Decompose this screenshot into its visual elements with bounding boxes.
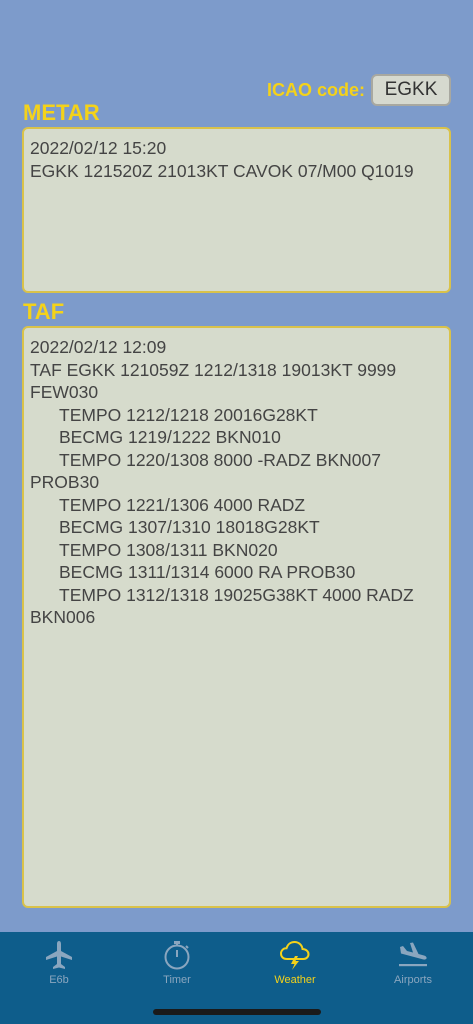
tab-label: E6b [49,974,69,986]
tab-e6b[interactable]: E6b [0,932,118,992]
icao-label: ICAO code: [266,79,365,100]
icao-code-input[interactable] [371,74,451,106]
tab-label: Timer [163,974,191,986]
tab-label: Airports [394,974,432,986]
taf-line: FEW030 [30,382,99,402]
taf-line: BECMG 1307/1310 18018G28KT [59,517,320,537]
tab-label: Weather [274,974,316,986]
taf-line: BECMG 1311/1314 6000 RA PROB30 [59,562,356,582]
tab-weather[interactable]: Weather [236,932,354,992]
airplane-landing-icon [399,942,427,967]
taf-text-box[interactable]: 2022/02/12 12:09 TAF EGKK 121059Z 1212/13… [22,326,451,908]
stopwatch-icon [164,941,190,970]
taf-line: PROB30 [30,472,100,492]
icao-row: ICAO code: [267,74,451,106]
taf-line: BECMG 1219/1222 BKN010 [59,427,281,447]
taf-line: TEMPO 1220/1308 8000 -RADZ BKN007 [59,449,381,470]
metar-line: 2022/02/12 15:20 [30,138,167,158]
taf-line: 2022/02/12 12:09 [30,337,167,357]
taf-line: BKN006 [30,607,96,627]
taf-title: TAF [23,299,65,324]
metar-line: EGKK 121520Z 21013KT CAVOK 07/M00 Q1019 [30,160,414,181]
tab-airports[interactable]: Airports [354,932,472,992]
taf-line: TAF EGKK 121059Z 1212/1318 19013KT 9999 [30,359,397,380]
taf-line: TEMPO 1308/1311 BKN020 [59,539,278,560]
metar-text-box[interactable]: 2022/02/12 15:20 EGKK 121520Z 21013KT CAV… [22,127,451,293]
airplane-icon [46,941,72,969]
tab-timer[interactable]: Timer [118,932,236,992]
cloud-lightning-icon [279,940,310,970]
home-indicator [153,1009,321,1015]
metar-title: METAR [23,100,100,125]
taf-line: TEMPO 1312/1318 19025G38KT 4000 RADZ [59,584,414,605]
taf-line: TEMPO 1212/1218 20016G28KT [59,404,318,425]
taf-line: TEMPO 1221/1306 4000 RADZ [59,494,306,515]
